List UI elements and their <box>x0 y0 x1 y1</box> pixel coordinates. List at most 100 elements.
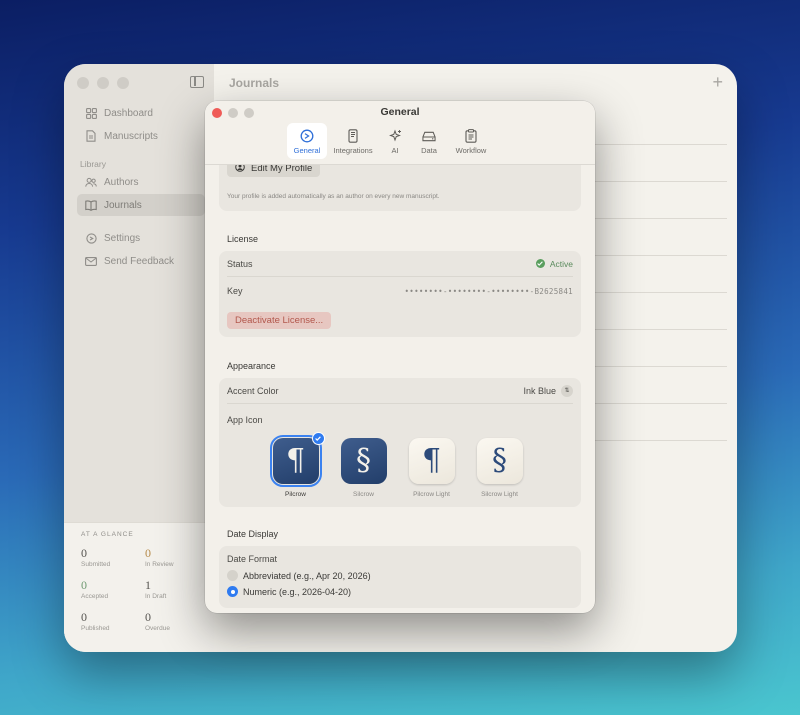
silcrow-icon: § <box>340 438 387 484</box>
library-section-label: Library <box>80 159 106 169</box>
glance-label: In Review <box>145 561 174 568</box>
glance-value: 0 <box>81 578 87 592</box>
main-window-controls <box>77 77 129 89</box>
glance-label: Accepted <box>81 593 109 600</box>
app-icon-option-label: Pilcrow Light <box>413 491 450 498</box>
settings-content: Edit My Profile Your profile is added au… <box>205 147 595 613</box>
gear-icon <box>85 232 97 244</box>
app-icon-option-silcrow-light[interactable]: § Silcrow Light <box>476 438 523 498</box>
pilcrow-light-icon: ¶ <box>408 438 455 484</box>
at-a-glance-panel: AT A GLANCE 0 Submitted 0 In Review 0 Ac… <box>64 522 214 652</box>
status-badge: Active <box>535 259 573 269</box>
key-label: Key <box>227 286 243 296</box>
sidebar-item-label: Send Feedback <box>104 255 175 267</box>
main-window-title: Journals <box>229 76 280 90</box>
sidebar-item-label: Authors <box>104 176 139 188</box>
accent-color-value: Ink Blue <box>523 385 556 396</box>
sidebar-item-label: Settings <box>104 232 141 244</box>
license-key-row: Key ••••••••-••••••••-••••••••-B2625841 <box>227 278 573 304</box>
settings-dialog: General General Integrations AI Data Wor… <box>205 101 595 613</box>
glance-stat-published: 0 Published <box>81 610 141 632</box>
sidebar: Dashboard Manuscripts Library Authors Jo… <box>64 64 214 652</box>
glance-label: Published <box>81 625 110 632</box>
app-icon-picker: ¶ Pilcrow § Silcrow ¶ Pilcrow Light § Si… <box>269 432 523 498</box>
radio-button[interactable] <box>227 570 238 581</box>
minimize-window-button[interactable] <box>97 77 109 89</box>
selected-checkmark-icon <box>311 432 325 445</box>
list-divider <box>594 144 727 145</box>
license-card: Status Active Key ••••••••-••••••••-••••… <box>219 251 581 337</box>
app-icon-option-label: Silcrow Light <box>481 491 518 498</box>
plus-icon[interactable]: + <box>712 72 723 93</box>
chevron-up-down-icon: ⇅ <box>561 384 573 397</box>
list-divider <box>594 440 727 441</box>
close-window-button[interactable] <box>77 77 89 89</box>
list-divider <box>594 329 727 330</box>
list-divider <box>594 292 727 293</box>
book-icon <box>85 199 97 211</box>
list-divider <box>594 181 727 182</box>
date-format-row: Date Format <box>227 546 573 572</box>
document-icon <box>85 130 97 142</box>
sidebar-item-label: Manuscripts <box>104 130 158 142</box>
date-display-card: Date Format Abbreviated (e.g., Apr 20, 2… <box>219 546 581 608</box>
sidebar-item-authors[interactable]: Authors <box>77 171 205 193</box>
zoom-window-button[interactable] <box>117 77 129 89</box>
deactivate-license-button[interactable]: Deactivate License... <box>227 312 332 329</box>
dialog-title: General <box>380 106 420 118</box>
tab-label: General <box>293 146 321 155</box>
clipboard-icon <box>464 129 478 143</box>
date-format-option-abbreviated[interactable]: Abbreviated (e.g., Apr 20, 2026) <box>227 570 371 581</box>
accent-color-select[interactable]: Ink Blue ⇅ <box>523 384 573 397</box>
list-divider <box>594 218 727 219</box>
sidebar-item-manuscripts[interactable]: Manuscripts <box>77 125 205 147</box>
appearance-card: Accent Color Ink Blue ⇅ App Icon ¶ Pilcr… <box>219 378 581 507</box>
status-label: Status <box>227 258 253 269</box>
envelope-icon <box>85 255 97 267</box>
appearance-heading: Appearance <box>227 361 276 371</box>
app-icon-option-pilcrow[interactable]: ¶ Pilcrow <box>269 432 325 498</box>
glance-value: 1 <box>145 578 151 592</box>
sidebar-item-dashboard[interactable]: Dashboard <box>77 102 205 124</box>
glance-value: 0 <box>81 610 87 624</box>
radio-button-selected[interactable] <box>227 586 238 597</box>
pilcrow-icon: ¶ <box>269 432 325 487</box>
app-icon-option-silcrow[interactable]: § Silcrow <box>340 438 387 498</box>
sidebar-item-settings[interactable]: Settings <box>77 227 205 249</box>
sidebar-item-send-feedback[interactable]: Send Feedback <box>77 250 205 272</box>
drive-icon <box>422 129 436 143</box>
glance-stat-overdue: 0 Overdue <box>145 610 205 632</box>
license-heading: License <box>227 234 259 244</box>
glance-label: Overdue <box>145 625 170 632</box>
glance-stat-accepted: 0 Accepted <box>81 578 141 600</box>
sidebar-item-journals[interactable]: Journals <box>77 194 205 216</box>
app-icon-row: App Icon <box>227 407 573 433</box>
sidebar-toggle-icon[interactable] <box>190 76 204 88</box>
tab-label: AI <box>391 146 399 155</box>
gear-icon <box>300 129 314 143</box>
phone-icon <box>346 129 360 143</box>
tab-general[interactable]: General <box>287 123 327 159</box>
glance-title: AT A GLANCE <box>81 531 134 538</box>
glance-value: 0 <box>81 546 87 560</box>
sidebar-item-label: Journals <box>104 199 142 211</box>
glance-label: Submitted <box>81 561 111 568</box>
glance-stat-submitted: 0 Submitted <box>81 546 141 568</box>
date-format-label: Date Format <box>227 554 278 564</box>
glance-stat-in-draft: 1 In Draft <box>145 578 205 600</box>
tab-workflow[interactable]: Workflow <box>447 123 495 159</box>
accent-color-row: Accent Color Ink Blue ⇅ <box>227 378 573 404</box>
tab-data[interactable]: Data <box>413 123 445 159</box>
list-divider <box>594 403 727 404</box>
glance-value: 0 <box>145 610 151 624</box>
radio-label: Numeric (e.g., 2026-04-20) <box>243 586 352 597</box>
app-icon-option-pilcrow-light[interactable]: ¶ Pilcrow Light <box>408 438 455 498</box>
tab-integrations[interactable]: Integrations <box>329 123 377 159</box>
date-format-option-numeric[interactable]: Numeric (e.g., 2026-04-20) <box>227 586 351 597</box>
tab-label: Workflow <box>455 146 487 155</box>
tab-label: Integrations <box>333 146 373 155</box>
checkmark-icon <box>535 259 545 268</box>
tab-label: Data <box>421 146 437 155</box>
tab-ai[interactable]: AI <box>379 123 411 159</box>
silcrow-light-icon: § <box>476 438 523 484</box>
